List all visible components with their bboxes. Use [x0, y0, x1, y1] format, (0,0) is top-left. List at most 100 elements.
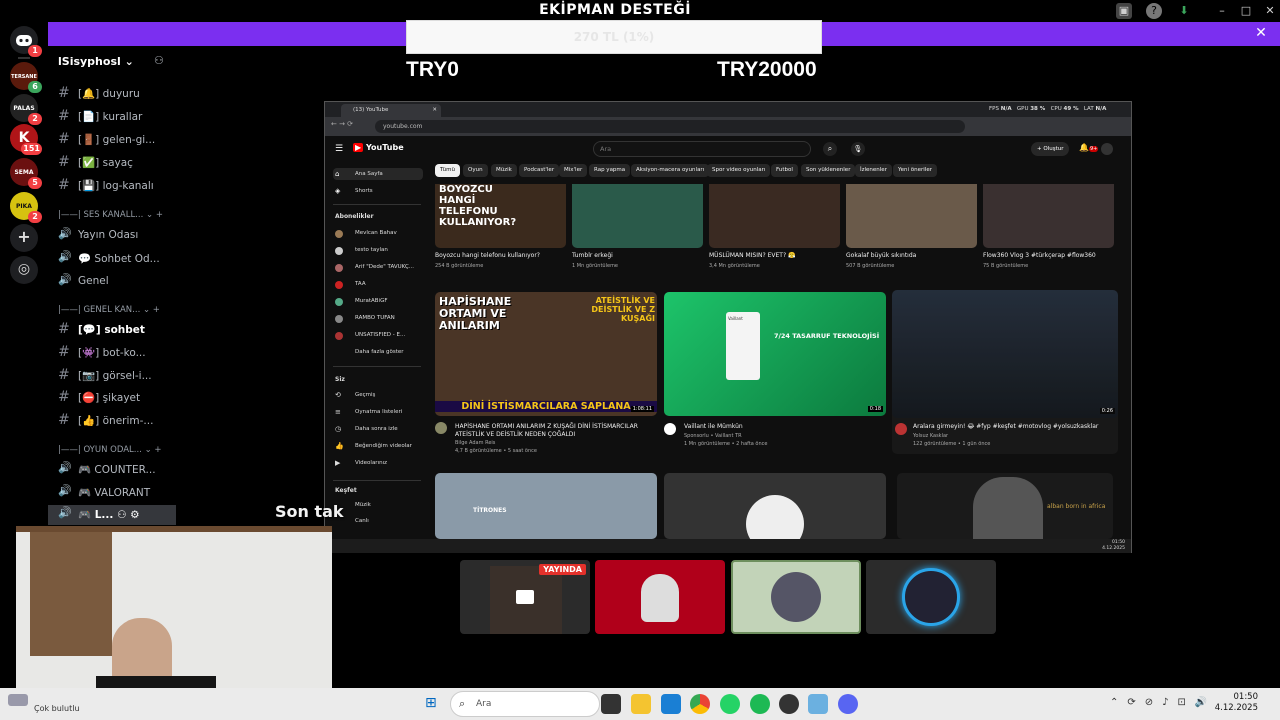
- video-title[interactable]: Vaillant ile Mümkün: [684, 423, 884, 431]
- spotify-icon[interactable]: [750, 694, 770, 714]
- video-thumbnail[interactable]: [572, 184, 703, 248]
- video-title[interactable]: Aralara girmeyin! 😂 #fyp #keşfet #motovl…: [913, 423, 1109, 431]
- video-title[interactable]: Boyozcu hangi telefonu kullanıyor?: [435, 252, 555, 260]
- channel-avatar[interactable]: [435, 422, 447, 434]
- chip-1[interactable]: Oyun: [463, 164, 488, 177]
- channel-avatar[interactable]: [895, 423, 907, 435]
- category-oyun-odalari[interactable]: |——| OYUN ODAL... ⌄ +: [58, 445, 162, 455]
- channel-avatar[interactable]: [664, 423, 676, 435]
- video-channel[interactable]: Sponsorlu • Vaillant TR: [684, 433, 884, 439]
- download-icon[interactable]: ⬇: [1176, 3, 1192, 19]
- channel-oneri[interactable]: # [👍] önerim-...: [48, 411, 176, 431]
- invite-icon[interactable]: ⚇: [154, 54, 164, 67]
- discord-home-icon[interactable]: 1: [10, 26, 42, 57]
- chip-5[interactable]: Rap yapma: [589, 164, 631, 177]
- create-button[interactable]: + Oluştur: [1031, 142, 1070, 156]
- video-title[interactable]: MÜSLÜMAN MISIN? EVET? 😤: [709, 252, 829, 260]
- nav-home[interactable]: ⌂ Ana Sayfa: [333, 168, 423, 180]
- voice-channel-valorant[interactable]: 🔊 🎮 VALORANT: [48, 483, 176, 503]
- video-thumbnail[interactable]: alban born in africa: [897, 473, 1113, 539]
- voice-channel-genel[interactable]: 🔊 Genel: [48, 272, 176, 292]
- chip-11[interactable]: Yeni öneriler: [893, 164, 937, 177]
- task-view-icon[interactable]: [601, 694, 621, 714]
- video-title[interactable]: Gokalaf büyük sıkıntıda: [846, 252, 966, 260]
- chip-9[interactable]: Son yüklenenler: [801, 164, 856, 177]
- chip-7[interactable]: Spor video oyunları: [707, 164, 771, 177]
- video-thumbnail[interactable]: BOYOZCU HANGİ TELEFONU KULLANIYOR?: [435, 184, 566, 248]
- taskbar-clock[interactable]: 01:50 4.12.2025: [1215, 692, 1258, 714]
- channel-bot-komut[interactable]: # [👾] bot-ko...: [48, 343, 176, 363]
- weather-text[interactable]: Çok bulutlu: [34, 704, 80, 713]
- maximize-icon[interactable]: □: [1238, 3, 1254, 19]
- whatsapp-icon[interactable]: [720, 694, 740, 714]
- gear-icon[interactable]: ⚙: [130, 509, 139, 521]
- video-channel[interactable]: Yolsuz Kasklar: [913, 433, 1113, 439]
- channel-gorsel[interactable]: # [📷] görsel-i...: [48, 366, 176, 386]
- close-window-icon[interactable]: ✕: [1262, 3, 1278, 19]
- server-icon-pika[interactable]: PIKA 2: [10, 192, 42, 223]
- chip-2[interactable]: Müzik: [491, 164, 517, 177]
- channel-sohbet[interactable]: # [💬] sohbet: [48, 320, 176, 340]
- file-explorer-icon[interactable]: [631, 694, 651, 714]
- video-thumbnail[interactable]: [664, 473, 886, 539]
- video-thumbnail[interactable]: TİTRONES: [435, 473, 657, 539]
- voice-channel-counter[interactable]: 🔊 🎮 COUNTER...: [48, 460, 176, 480]
- video-title[interactable]: HAPİSHANE ORTAMI ANILARIM Z KUŞAĞI DİNİ …: [455, 423, 655, 439]
- channel-log-kanali[interactable]: # [💾] log-kanalı: [48, 176, 176, 196]
- chip-4[interactable]: Mix'ler: [559, 164, 588, 177]
- store-icon[interactable]: [661, 694, 681, 714]
- nav-arrows-icon[interactable]: ← → ⟳: [331, 120, 353, 128]
- participant-tile-4[interactable]: [866, 560, 996, 634]
- participant-tile-streamer[interactable]: YAYINDA: [460, 560, 590, 634]
- channel-kurallar[interactable]: # [📄] kurallar: [48, 107, 176, 127]
- obs-icon[interactable]: [779, 694, 799, 714]
- participant-tile-speaking[interactable]: [731, 560, 861, 634]
- weather-icon[interactable]: [8, 694, 28, 706]
- minimize-icon[interactable]: –: [1214, 3, 1230, 19]
- voice-channel-active[interactable]: 🔊 🎮 L... ⚇ ⚙: [48, 505, 176, 525]
- youtube-search-input[interactable]: Ara: [593, 141, 811, 157]
- mic-icon[interactable]: 🎙: [851, 142, 865, 156]
- browser-tab[interactable]: (13) YouTube ✕: [341, 104, 441, 117]
- chip-8[interactable]: Futbol: [771, 164, 798, 177]
- close-banner-icon[interactable]: ✕: [1252, 25, 1270, 41]
- chip-10[interactable]: İzlenenler: [855, 164, 892, 177]
- chip-3[interactable]: Podcast'ler: [519, 164, 560, 177]
- explore-servers-icon[interactable]: ◎: [10, 256, 38, 284]
- channel-sikayet[interactable]: # [⛔] şikayet: [48, 388, 176, 408]
- chip-0[interactable]: Tümü: [435, 164, 460, 177]
- taskbar-search[interactable]: ⌕ Ara: [450, 691, 600, 717]
- video-title[interactable]: Flow360 Vlog 3 #türkçerap #flow360: [983, 252, 1103, 260]
- address-bar[interactable]: youtube.com: [375, 120, 965, 133]
- category-ses-kanallari[interactable]: |——| SES KANALL... ⌄ +: [58, 210, 163, 220]
- bell-icon[interactable]: 🔔9+: [1079, 143, 1099, 152]
- server-icon-k[interactable]: K 151: [10, 124, 42, 155]
- youtube-logo[interactable]: ▶ YouTube: [353, 143, 404, 152]
- video-channel[interactable]: Bilge Adam Reis: [455, 440, 655, 446]
- channel-gelen-giden[interactable]: # [🚪] gelen-gi...: [48, 130, 176, 150]
- ad-thumbnail[interactable]: Vaillant 7/24 TASARRUF TEKNOLOJİSİ 0:18: [664, 292, 886, 416]
- start-icon[interactable]: ⊞: [425, 695, 437, 711]
- server-icon-sema[interactable]: SEMA 5: [10, 158, 42, 189]
- participant-tile-2[interactable]: [595, 560, 725, 634]
- avatar[interactable]: [1101, 143, 1113, 155]
- video-thumbnail[interactable]: [846, 184, 977, 248]
- discord-taskbar-icon[interactable]: [838, 694, 858, 714]
- video-thumbnail[interactable]: HAPİSHANE ORTAMI VE ANILARIM ATEİSTLİK V…: [435, 292, 657, 416]
- search-icon[interactable]: ⌕: [823, 142, 837, 156]
- server-name-header[interactable]: lSisyphosl ⌄: [58, 55, 134, 68]
- menu-icon[interactable]: ☰: [335, 144, 343, 154]
- voice-channel-yayin-odasi[interactable]: 🔊 Yayın Odası: [48, 226, 176, 246]
- video-title[interactable]: Tumblr erkeği: [572, 252, 692, 260]
- app-icon[interactable]: [808, 694, 828, 714]
- video-thumbnail[interactable]: [983, 184, 1114, 248]
- channel-duyuru[interactable]: # [🔔] duyuru: [48, 84, 176, 104]
- inbox-icon[interactable]: ▣: [1116, 3, 1132, 19]
- system-tray-icons[interactable]: ⌃⟳⊘♪⊡🔊: [1110, 697, 1216, 708]
- voice-channel-sohbet-odasi[interactable]: 🔊 💬 Sohbet Od...: [48, 249, 176, 269]
- category-genel-kanallar[interactable]: |——| GENEL KAN... ⌄ +: [58, 305, 160, 315]
- server-icon-palas[interactable]: PALAS 2: [10, 94, 42, 125]
- server-icon-tersane[interactable]: TERSANE 6: [10, 62, 42, 93]
- chip-6[interactable]: Aksiyon-macera oyunları: [631, 164, 710, 177]
- invite-user-icon[interactable]: ⚇: [117, 509, 126, 521]
